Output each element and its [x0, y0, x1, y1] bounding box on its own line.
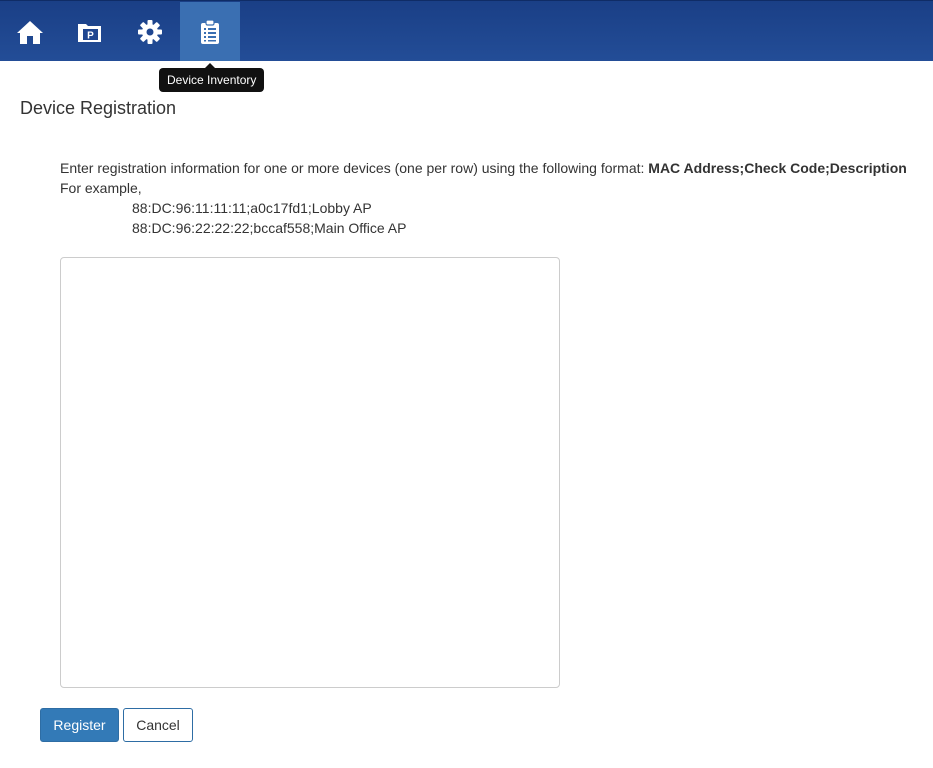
nav-settings-button[interactable] — [120, 2, 180, 61]
top-navigation-bar: P — [0, 0, 933, 61]
svg-text:P: P — [87, 30, 94, 41]
cancel-button[interactable]: Cancel — [123, 708, 193, 742]
device-registration-textarea[interactable] — [60, 257, 560, 688]
example-line-1: 88:DC:96:11:11:11;a0c17fd1;Lobby AP — [132, 200, 372, 216]
registration-instructions: Enter registration information for one o… — [60, 158, 907, 238]
register-button[interactable]: Register — [40, 708, 119, 742]
nav-parking-button[interactable]: P — [60, 2, 120, 61]
clipboard-icon — [199, 18, 221, 45]
page-title: Device Registration — [20, 98, 177, 118]
example-line-2: 88:DC:96:22:22:22;bccaf558;Main Office A… — [132, 220, 407, 236]
gear-icon — [137, 19, 163, 45]
example-label: For example, — [60, 180, 142, 196]
home-icon — [16, 19, 44, 45]
nav-tooltip: Device Inventory — [159, 68, 265, 92]
nav-device-inventory-button[interactable] — [180, 2, 240, 61]
instruction-line: Enter registration information for one o… — [60, 158, 907, 178]
instruction-text: Enter registration information for one o… — [60, 160, 649, 176]
nav-home-button[interactable] — [0, 2, 60, 61]
parking-icon: P — [77, 21, 103, 43]
format-text: MAC Address;Check Code;Description — [648, 160, 907, 176]
